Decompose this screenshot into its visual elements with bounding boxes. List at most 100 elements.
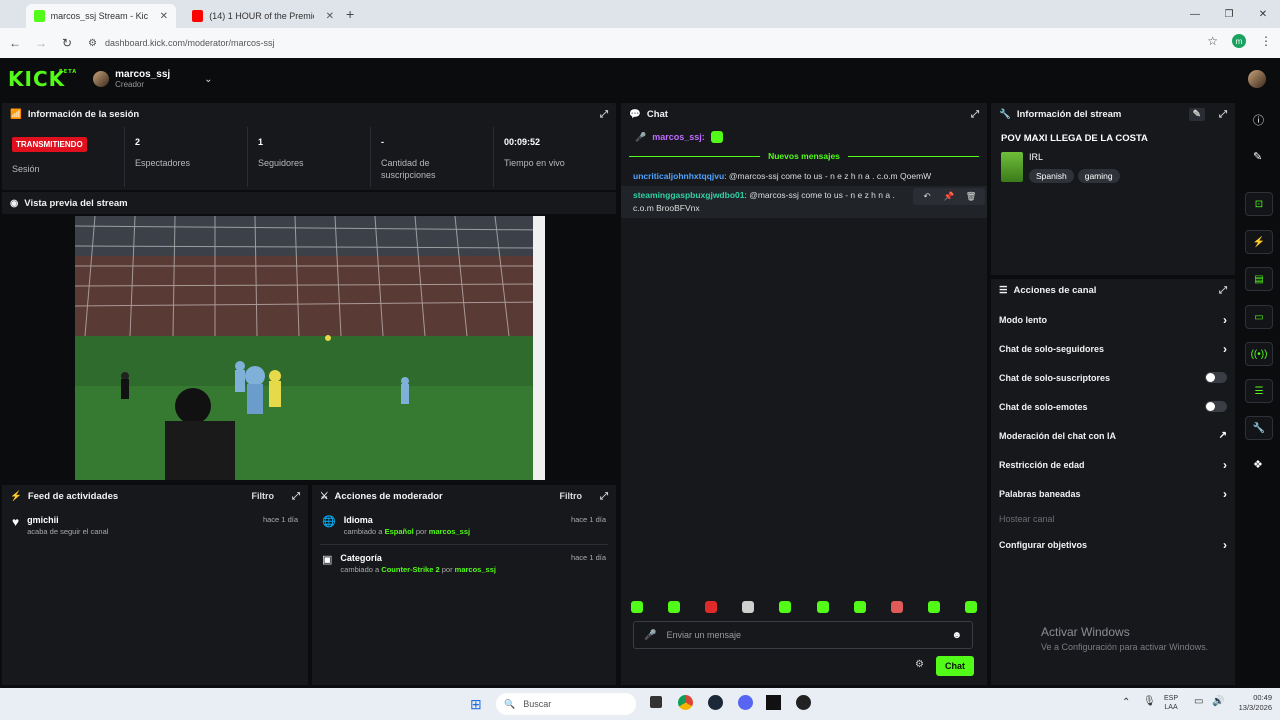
action-detail: cambiado a Counter-Strike 2 por marcos_s… (340, 565, 496, 574)
taskbar-search[interactable]: 🔍 Buscar (496, 693, 636, 715)
new-tab-button[interactable]: + (346, 6, 354, 22)
clock[interactable]: 00:49 13/3/2026 (1222, 693, 1272, 713)
expand-icon[interactable]: ⤢ (600, 109, 608, 120)
logo-text: KICK (8, 67, 66, 91)
delete-icon[interactable]: 🗑 (961, 190, 981, 203)
emote-icon[interactable] (668, 601, 681, 613)
forward-icon[interactable]: → (30, 36, 52, 50)
activity-time: hace 1 día (262, 515, 298, 524)
emote-icon[interactable] (853, 601, 866, 613)
info-icon[interactable]: ⓘ (1253, 112, 1264, 128)
filter-button[interactable]: Filtro (252, 491, 275, 501)
tag-chip[interactable]: gaming (1077, 169, 1120, 183)
action-row-followers-only[interactable]: Chat de solo-seguidores › (991, 334, 1235, 363)
emote-icon[interactable] (742, 601, 755, 613)
site-info-icon[interactable]: ⚙ (88, 38, 97, 49)
pencil-icon[interactable]: ✎ (1253, 150, 1262, 163)
emote-icon[interactable] (927, 601, 940, 613)
obs-app-icon[interactable] (766, 695, 781, 710)
expand-icon[interactable]: ⤢ (1219, 109, 1227, 120)
chat-input[interactable]: 🎤 Enviar un mensaje ☻ (633, 621, 973, 649)
chat-username[interactable]: uncriticaljohnhxtqqjvu (633, 171, 724, 181)
sidebar-list-icon[interactable]: ☰ (1245, 379, 1273, 403)
chrome-icon[interactable] (678, 695, 693, 710)
gear-icon[interactable]: ⚙ (915, 659, 924, 670)
stream-info-panel: 🔧 Información del stream ✎ ⤢ POV MAXI LL… (991, 103, 1235, 275)
stat-subs: - Cantidad de suscripciones (371, 127, 494, 187)
profile-avatar[interactable]: m (1232, 34, 1246, 48)
user-avatar[interactable] (1248, 70, 1266, 88)
kick-favicon-icon (34, 10, 45, 22)
chevron-down-icon[interactable]: ⌄ (204, 74, 212, 85)
stream-preview-video[interactable] (75, 216, 545, 480)
sidebar-lightning-icon[interactable]: ⚡ (1245, 230, 1273, 254)
edit-icon[interactable]: ✎ (1188, 107, 1205, 121)
chat-message[interactable]: steaminggaspbuxgjwdbo01: @marcos-ssj com… (621, 186, 987, 218)
filter-button[interactable]: Filtro (560, 491, 583, 501)
logo-beta-tag: BETA (59, 69, 78, 75)
kick-logo[interactable]: KICK BETA (8, 67, 76, 91)
emoji-icon[interactable]: ☻ (951, 630, 962, 641)
restore-icon[interactable]: ❐ (1212, 0, 1246, 28)
sidebar-chat-icon[interactable]: ▭ (1245, 305, 1273, 329)
stat-label: Seguidores (258, 158, 304, 168)
start-icon[interactable]: ⊞ (470, 696, 482, 713)
emote-icon[interactable] (816, 601, 829, 613)
steam-icon[interactable] (708, 695, 723, 710)
bookmark-star-icon[interactable]: ☆ (1207, 34, 1218, 48)
list-item: ▣ Categoría cambiado a Counter-Strike 2 … (320, 545, 608, 582)
discord-icon[interactable] (738, 695, 753, 710)
subs-only-toggle[interactable] (1205, 372, 1227, 383)
close-window-icon[interactable]: ✕ (1246, 0, 1280, 28)
expand-icon[interactable]: ⤢ (971, 109, 979, 120)
plugins-icon[interactable]: ❖ (1253, 458, 1263, 471)
panel-title: Acciones de canal (1013, 284, 1097, 296)
tab-youtube[interactable]: (14) 1 HOUR of the Premier Le ✕ (184, 4, 342, 28)
emotes-only-toggle[interactable] (1205, 401, 1227, 412)
action-row-slow-mode[interactable]: Modo lento › (991, 305, 1235, 334)
expand-icon[interactable]: ⤢ (600, 491, 608, 502)
tab-kick[interactable]: marcos_ssj Stream - Kick Dashb ✕ (26, 4, 176, 28)
menu-kebab-icon[interactable]: ⋮ (1260, 34, 1272, 48)
chat-username[interactable]: steaminggaspbuxgjwdbo01 (633, 190, 744, 200)
action-row-ai-moderation[interactable]: Moderación del chat con IA ↗ (991, 421, 1235, 450)
app-icon[interactable] (796, 695, 811, 710)
sidebar-wrench-icon[interactable]: 🔧 (1245, 416, 1273, 440)
emote-icon[interactable] (631, 601, 643, 613)
pin-icon[interactable]: 📌 (939, 190, 959, 203)
emote-icon[interactable] (890, 601, 903, 613)
action-row-goals[interactable]: Configurar objetivos › (991, 530, 1235, 559)
emote-icon[interactable] (964, 601, 977, 613)
action-row-banned-words[interactable]: Palabras baneadas › (991, 479, 1235, 508)
sidebar-document-icon[interactable]: ▤ (1245, 267, 1273, 291)
chevron-up-icon[interactable]: ⌃ (1122, 697, 1130, 708)
tag-chip[interactable]: Spanish (1029, 169, 1074, 183)
emote-icon[interactable] (705, 601, 718, 613)
mic-tray-icon[interactable]: 🎙 (1143, 696, 1156, 707)
channel-switcher[interactable]: marcos_ssj Creador ⌄ (93, 69, 213, 89)
chat-message[interactable]: uncriticaljohnhxtqqjvu: @marcos-ssj come… (621, 167, 987, 186)
close-tab-icon[interactable]: ✕ (160, 11, 168, 22)
follower-name[interactable]: gmichii (27, 515, 108, 525)
reload-icon[interactable]: ↻ (56, 36, 78, 50)
channel-role: Creador (115, 80, 145, 89)
sidebar-scan-icon[interactable]: ⊡ (1245, 192, 1273, 216)
back-icon[interactable]: ← (4, 36, 26, 50)
chat-panel: 💬 Chat ⤢ 🎤 marcos_ssj: Nuevos mensajes u… (621, 103, 987, 685)
network-icon[interactable]: ▭ (1194, 696, 1203, 707)
emote-icon[interactable] (779, 601, 792, 613)
url-field[interactable]: ⚙ dashboard.kick.com/moderator/marcos-ss… (88, 38, 275, 49)
sidebar-broadcast-icon[interactable]: ((•)) (1245, 342, 1273, 366)
panel-title: Chat (646, 108, 668, 120)
send-chat-button[interactable]: Chat (936, 656, 974, 676)
timeout-icon[interactable]: ↶ (917, 190, 937, 203)
expand-icon[interactable]: ⤢ (292, 491, 300, 502)
expand-icon[interactable]: ⤢ (1219, 285, 1227, 296)
language-indicator[interactable]: ESP LAA (1164, 694, 1178, 712)
action-row-age-restriction[interactable]: Restricción de edad › (991, 450, 1235, 479)
close-tab-icon[interactable]: ✕ (326, 11, 334, 22)
minimize-icon[interactable]: — (1178, 0, 1212, 28)
streamer-name[interactable]: marcos_ssj: (652, 132, 705, 142)
external-link-icon: ↗ (1218, 430, 1227, 441)
taskview-icon[interactable] (650, 696, 662, 708)
